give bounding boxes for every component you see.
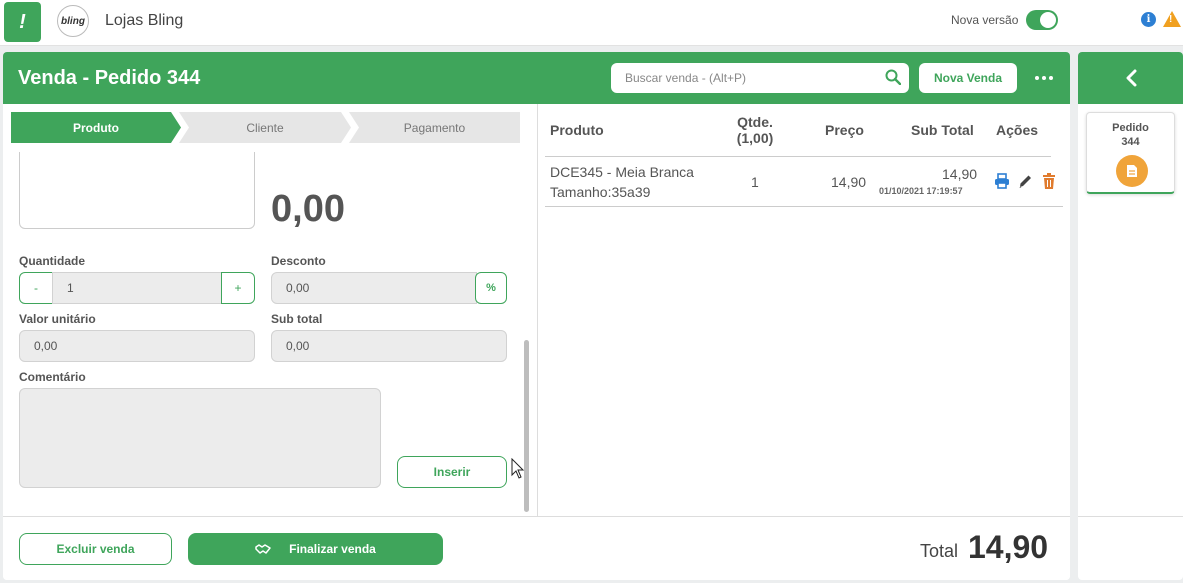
page-title: Venda - Pedido 344 — [18, 67, 201, 89]
more-icon[interactable] — [1035, 76, 1053, 80]
col-header-subtotal: Sub Total — [911, 122, 974, 138]
trash-icon[interactable] — [1041, 172, 1057, 190]
unit-value-label: Valor unitário — [19, 312, 96, 326]
comment-textarea[interactable] — [19, 388, 381, 488]
new-version-toggle[interactable] — [1026, 10, 1058, 30]
mouse-cursor-icon — [511, 458, 525, 479]
table-header-divider — [545, 156, 1051, 157]
finalize-sale-button[interactable]: Finalizar venda — [188, 533, 443, 565]
search-input[interactable] — [625, 68, 875, 88]
subtotal-input: 0,00 — [271, 330, 507, 362]
order-tab-label: Pedido — [1112, 122, 1149, 134]
avatar-text: bling — [61, 15, 85, 27]
row-price: 14,90 — [831, 174, 867, 190]
sale-footer: Excluir venda Finalizar venda Total 14,9… — [3, 516, 1070, 580]
col-header-qty-title: Qtde. — [737, 114, 773, 130]
insert-button[interactable]: Inserir — [397, 456, 507, 488]
sale-panel: Venda - Pedido 344 Nova Venda Produto Cl… — [3, 52, 1070, 580]
delete-sale-button[interactable]: Excluir venda — [19, 533, 172, 565]
quantity-increment-button[interactable]: + — [221, 272, 255, 304]
col-header-actions: Ações — [996, 122, 1039, 138]
form-scrollbar[interactable] — [524, 340, 529, 512]
print-icon[interactable] — [994, 172, 1010, 190]
search-box — [611, 63, 909, 93]
order-tab-number: 344 — [1121, 136, 1140, 148]
step-cliente[interactable]: Cliente — [179, 112, 351, 143]
store-name: Lojas Bling — [105, 12, 184, 29]
step-produto[interactable]: Produto — [11, 112, 181, 143]
store-avatar[interactable]: bling — [57, 5, 89, 37]
unit-value-input[interactable]: 0,00 — [19, 330, 255, 362]
row-subtotal: 14,90 — [942, 166, 978, 182]
product-price-display: 0,00 — [271, 188, 345, 230]
col-header-qty-total: (1,00) — [736, 130, 774, 146]
step-indicator: Produto Cliente Pagamento — [11, 112, 520, 143]
logo-icon[interactable]: ! — [4, 2, 41, 42]
new-sale-button[interactable]: Nova Venda — [919, 63, 1017, 93]
comment-label: Comentário — [19, 370, 86, 384]
row-product-name: DCE345 - Meia Branca — [550, 164, 694, 180]
total-label: Total — [920, 541, 959, 561]
warning-icon[interactable]: ! — [1163, 11, 1181, 27]
sale-header: Venda - Pedido 344 Nova Venda — [3, 52, 1070, 104]
order-tab-title: Pedido 344 — [1087, 121, 1174, 149]
table-row-divider — [545, 206, 1063, 207]
sidebar-collapse-button[interactable] — [1078, 52, 1183, 104]
top-bar: ! bling Lojas Bling Nova versão i ! — [0, 0, 1183, 46]
row-timestamp: 01/10/2021 17:19:57 — [879, 186, 963, 196]
finalize-sale-label: Finalizar venda — [289, 542, 376, 556]
discount-percent-button[interactable]: % — [475, 272, 507, 304]
toggle-knob — [1040, 12, 1056, 28]
chevron-left-icon — [1126, 69, 1136, 87]
discount-input[interactable]: 0,00 — [271, 272, 477, 304]
quantity-label: Quantidade — [19, 254, 86, 268]
document-icon — [1116, 155, 1148, 187]
quantity-input[interactable]: 1 — [52, 272, 222, 304]
total-value: 14,90 — [968, 529, 1049, 565]
quantity-decrement-button[interactable]: - — [19, 272, 53, 304]
orders-sidebar: Pedido 344 — [1078, 52, 1183, 580]
product-image-placeholder — [19, 152, 255, 229]
sidebar-footer-divider — [1078, 516, 1183, 517]
order-tab-344[interactable]: Pedido 344 — [1086, 112, 1175, 194]
col-header-price: Preço — [825, 122, 864, 138]
row-product: DCE345 - Meia Branca Tamanho:35a39 — [550, 162, 694, 202]
search-icon[interactable] — [885, 69, 901, 85]
edit-icon[interactable] — [1017, 172, 1033, 190]
col-header-product: Produto — [550, 122, 604, 138]
handshake-icon — [255, 544, 271, 554]
col-header-qty: Qtde. (1,00) — [733, 114, 777, 146]
row-qty: 1 — [751, 174, 759, 190]
items-table: Produto Qtde. (1,00) Preço Sub Total Açõ… — [539, 104, 1070, 516]
discount-label: Desconto — [271, 254, 326, 268]
product-form: 0,00 Quantidade - 1 + Desconto 0,00 % Va… — [3, 152, 523, 516]
product-form-pane: Produto Cliente Pagamento 0,00 Quantidad… — [3, 104, 538, 516]
step-pagamento[interactable]: Pagamento — [349, 112, 520, 143]
new-version-label: Nova versão — [951, 13, 1019, 27]
info-icon[interactable]: i — [1141, 12, 1156, 27]
row-product-variant: Tamanho:35a39 — [550, 184, 651, 200]
subtotal-label: Sub total — [271, 312, 323, 326]
